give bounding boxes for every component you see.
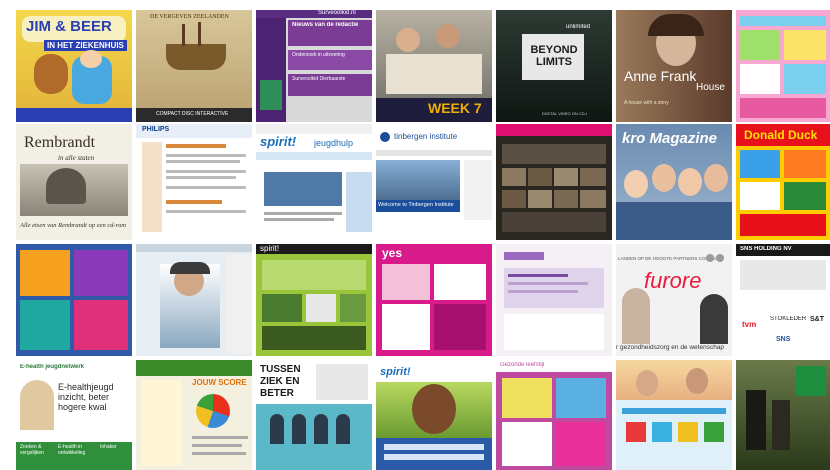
tile-caption: A house with a story [624,100,669,106]
tile-sns-holding[interactable]: SNS HOLDING NV tvm STOKLEDER S&T SNS [736,244,830,356]
tile-footer: Alle etsen van Rembrandt op een cd-rom [20,222,126,229]
tile-nav: LANDEN OP DE HOOGTE PARTNERS CONTACT [618,256,721,261]
tile-caption: Welcome to Tinbergen Institute [378,202,454,208]
tile-subtitle: in alle staten [58,154,95,162]
tile-link-0[interactable]: Zoeken & vergelijken [20,444,54,456]
tile-spirit-green[interactable]: spirit! [256,244,372,356]
tile-dark-gallery[interactable] [496,124,612,240]
tile-rembrandt[interactable]: Rembrandt in alle staten Alle etsen van … [16,124,132,240]
tile-logo-1: STOKLEDER [770,316,807,322]
tile-kids-playroom[interactable] [616,360,732,470]
tile-gezonde-leefstijl[interactable]: Gezonde leefstijl [496,360,612,470]
tile-subtitle: DIGITAL VIDEO ON CD-I [542,111,588,116]
tile-link-1[interactable]: E-health in ontwikkeling [58,444,92,456]
tile-title: JIM & BEER [26,18,112,35]
tile-link-0[interactable]: Onderzoek in uitvoering [292,52,345,58]
tile-colorful-frames[interactable] [16,244,132,356]
tile-title: JOUW SCORE [192,378,247,387]
tile-subtitle: COMPACT DISC INTERACTIVE [156,111,229,117]
tile-purple-light-site[interactable] [496,244,612,356]
tile-logo: yes [382,246,403,260]
tile-colorful-kids-site[interactable] [736,10,830,122]
tile-title: kro Magazine [622,130,718,147]
tile-label: unlimited [566,24,591,30]
tile-title: spirit! [260,244,280,253]
tile-logo: tinbergen institute [394,132,458,141]
tile-tussen-ziek-en-beter[interactable]: TUSSEN ZIEK EN BETER [256,360,372,470]
tile-week7-photo[interactable]: WEEK 7 [376,10,492,122]
tile-woman-cap[interactable] [136,244,252,356]
tile-logo: Surveoolkid.nl [318,10,356,16]
tile-title: Anne Frank [624,68,697,84]
tile-park-photo[interactable] [736,360,830,470]
tile-link-2[interactable]: Inhaker [100,444,117,450]
tile-spirit-jeugdhulp[interactable]: spirit! jeugdhulp [256,124,372,240]
tile-header: SNS HOLDING NV [740,246,792,252]
tile-logo: E-health jeugdnetwerk [20,364,85,370]
tile-philips-page[interactable]: PHILIPS [136,124,252,240]
tile-logo: spirit! [380,366,411,378]
tile-logo: furore [644,268,702,293]
tile-tagline: jeugdhulp [314,138,354,148]
tile-logo-3: SNS [776,336,791,343]
screenshot-grid: JIM & BEER IN HET ZIEKENHUIS DE VERGEVEN… [16,10,830,470]
tile-beyond-limits[interactable]: unlimited BEYOND LIMITS DIGITAL VIDEO ON… [496,10,612,122]
tile-ehealth-jeugdnetwerk[interactable]: E-health jeugdnetwerk E-healthjeugd inzi… [16,360,132,470]
tile-caption: WEEK 7 [428,100,482,116]
tile-anne-frank[interactable]: Anne Frank House A house with a story [616,10,732,122]
tile-heading: Nieuws van de redactie [292,22,359,28]
tile-yes-magenta[interactable]: yes [376,244,492,356]
tile-kro-magazine[interactable]: kro Magazine [616,124,732,240]
tile-caption: r gezondheidszorg en de wetenschap [616,344,725,351]
tile-link-1[interactable]: Surveoolkid Dierbaarste [292,76,345,82]
tile-subtitle: IN HET ZIEKENHUIS [44,40,127,51]
tile-title: BEYOND LIMITS [530,44,578,68]
tile-donald-duck[interactable]: Donald Duck [736,124,830,240]
tile-jim-en-beer[interactable]: JIM & BEER IN HET ZIEKENHUIS [16,10,132,122]
tile-spirit-girl[interactable]: spirit! [376,360,492,470]
tile-logo-0: tvm [742,320,757,329]
tile-furore[interactable]: LANDEN OP DE HOOGTE PARTNERS CONTACT fur… [616,244,732,356]
tile-brand: PHILIPS [142,126,170,133]
tile-title: Rembrandt [24,134,96,151]
tile-tinbergen[interactable]: tinbergen institute Welcome to Tinbergen… [376,124,492,240]
tile-title: Donald Duck [744,128,818,142]
tile-title: TUSSEN ZIEK EN BETER [260,364,301,399]
tile-logo: spirit! [260,134,297,149]
tile-logo: Gezonde leefstijl [500,362,545,368]
tile-title: DE VERGEVEN ZEELANDEN [150,14,229,20]
tile-subtitle: House [696,82,725,93]
tile-surveoolkid[interactable]: Surveoolkid.nl Nieuws van de redactie On… [256,10,372,122]
tile-headline: E-healthjeugd inzicht, beter hogere kwal [58,382,114,412]
tile-ship-cdi[interactable]: DE VERGEVEN ZEELANDEN COMPACT DISC INTER… [136,10,252,122]
tile-jouw-score[interactable]: JOUW SCORE [136,360,252,470]
tile-logo-2: S&T [810,316,824,323]
